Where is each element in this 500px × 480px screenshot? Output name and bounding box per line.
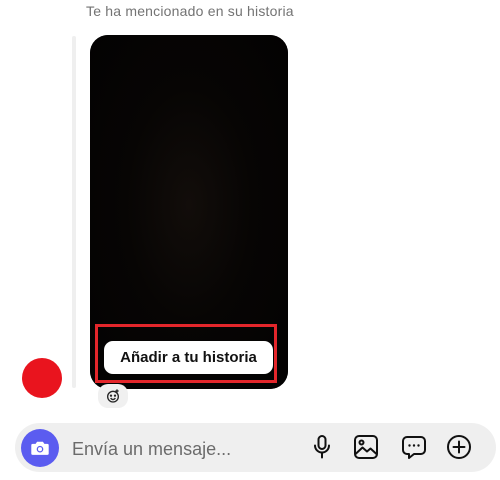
emoji-reaction-icon xyxy=(107,389,119,403)
message-input[interactable] xyxy=(70,429,294,469)
message-composer xyxy=(15,423,496,472)
sticker-icon xyxy=(402,436,426,459)
reaction-chip[interactable] xyxy=(98,384,128,408)
add-to-story-button[interactable]: Añadir a tu historia xyxy=(104,341,273,374)
gallery-button[interactable] xyxy=(352,433,380,461)
plus-icon xyxy=(447,435,471,459)
sticker-button[interactable] xyxy=(400,433,428,461)
camera-icon xyxy=(31,441,49,455)
story-mention-notice: Te ha mencionado en su historia xyxy=(86,3,294,19)
add-button[interactable] xyxy=(445,433,473,461)
avatar[interactable] xyxy=(22,358,62,398)
microphone-icon xyxy=(314,435,330,459)
reply-quote-bar xyxy=(72,36,76,388)
camera-button[interactable] xyxy=(21,429,59,467)
image-icon xyxy=(354,435,378,459)
microphone-button[interactable] xyxy=(308,433,336,461)
